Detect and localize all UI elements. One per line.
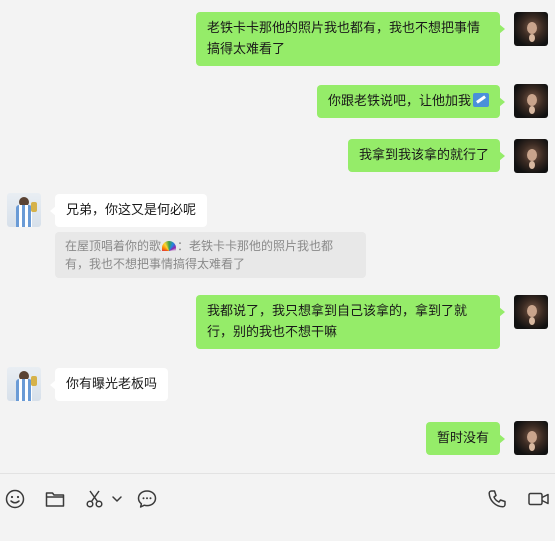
chevron-down-icon[interactable] — [110, 488, 124, 510]
message-text: 老铁卡卡那他的照片我也都有，我也不想把事情搞得太难看了 — [207, 21, 481, 57]
chat-bubble-icon[interactable] — [136, 488, 158, 510]
my-avatar[interactable] — [514, 84, 548, 118]
message-text: 暂时没有 — [436, 431, 489, 446]
video-icon[interactable] — [527, 488, 551, 510]
message-text: 你有曝光老板吗 — [66, 377, 158, 392]
quote-sender: 在屋顶唱着你的歌 — [65, 239, 162, 253]
chat-area[interactable]: 老铁卡卡那他的照片我也都有，我也不想把事情搞得太难看了 你跟老铁说吧，让他加我 … — [0, 0, 555, 473]
my-message-bubble[interactable]: 你跟老铁说吧，让他加我 — [316, 85, 506, 118]
friend-avatar[interactable] — [7, 367, 41, 401]
my-avatar[interactable] — [514, 139, 548, 173]
message-text: 我拿到我该拿的就行了 — [358, 148, 489, 163]
rainbow-emoji-icon — [162, 241, 177, 251]
my-avatar[interactable] — [514, 421, 548, 455]
my-message-bubble[interactable]: 暂时没有 — [425, 422, 506, 455]
quoted-message[interactable]: 在屋顶唱着你的歌 ：老铁卡卡那他的照片我也都有，我也不想把事情搞得太难看了 — [55, 232, 366, 278]
input-toolbar — [0, 473, 555, 541]
avatar-shirt-shape — [16, 379, 32, 401]
emoji-icon[interactable] — [4, 488, 26, 510]
my-message-bubble[interactable]: 老铁卡卡那他的照片我也都有，我也不想把事情搞得太难看了 — [196, 12, 505, 66]
my-avatar[interactable] — [514, 12, 548, 46]
scissors-icon[interactable] — [84, 488, 106, 510]
avatar-shirt-shape — [16, 205, 32, 227]
airplane-emoji-icon — [473, 93, 489, 107]
folder-icon[interactable] — [44, 488, 66, 510]
message-text: 你跟老铁说吧，让他加我 — [327, 94, 471, 109]
message-text: 兄弟，你这又是何必呢 — [66, 203, 197, 218]
avatar-trophy-shape — [31, 376, 37, 386]
avatar-trophy-shape — [31, 202, 37, 212]
friend-message-bubble[interactable]: 兄弟，你这又是何必呢 — [49, 194, 208, 227]
phone-icon[interactable] — [486, 488, 508, 510]
message-text: 我都说了，我只想拿到自己该拿的，拿到了就行，别的我也不想干嘛 — [207, 304, 468, 340]
my-avatar[interactable] — [514, 295, 548, 329]
my-message-bubble[interactable]: 我都说了，我只想拿到自己该拿的，拿到了就行，别的我也不想干嘛 — [196, 295, 505, 349]
friend-message-bubble[interactable]: 你有曝光老板吗 — [49, 368, 169, 401]
friend-avatar[interactable] — [7, 193, 41, 227]
my-message-bubble[interactable]: 我拿到我该拿的就行了 — [347, 139, 506, 172]
